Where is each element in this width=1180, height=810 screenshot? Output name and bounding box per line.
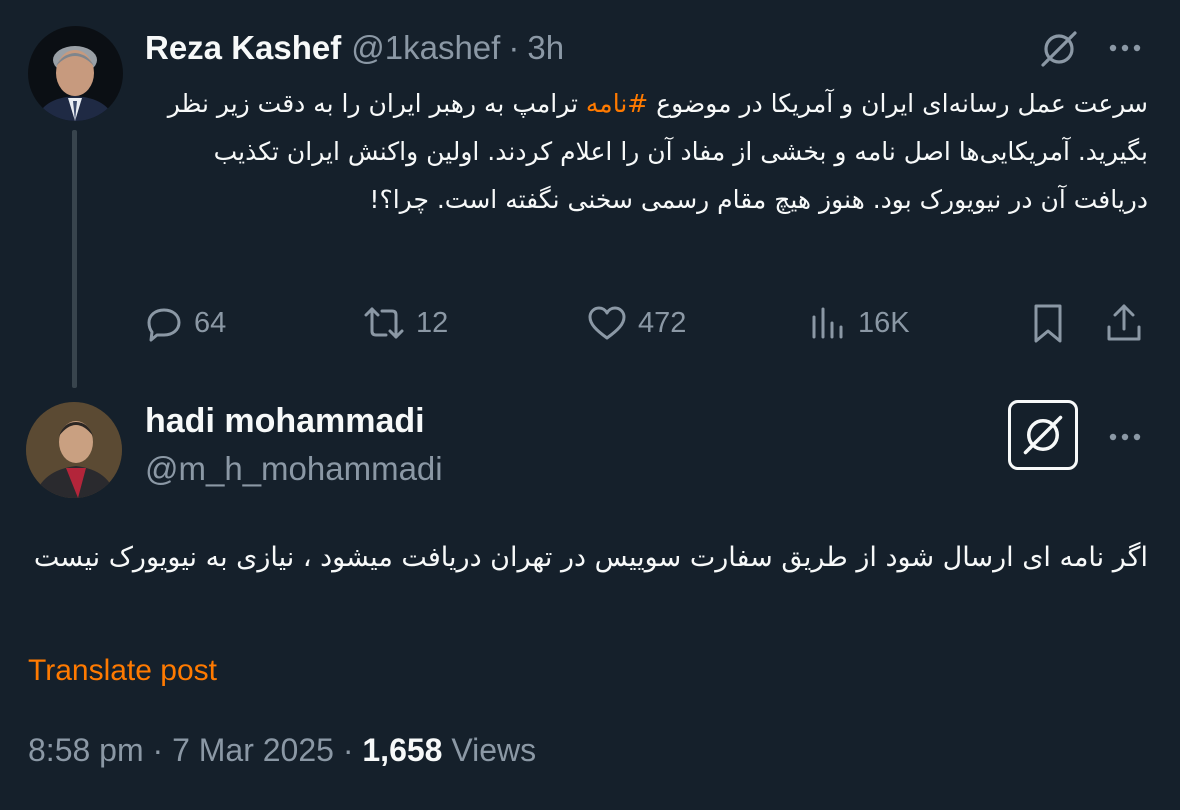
views-button[interactable]: 16K	[808, 298, 910, 348]
author-handle[interactable]: @1kashef	[351, 29, 500, 67]
tweet-time[interactable]: 8:58 pm	[28, 732, 144, 768]
parent-tweet-header: Reza Kashef @1kashef · 3h	[145, 26, 564, 70]
meta-separator: ·	[152, 732, 164, 768]
retweet-icon	[364, 307, 404, 339]
retweet-button[interactable]: 12	[362, 298, 448, 348]
hashtag-link[interactable]: #نامه	[586, 89, 648, 118]
reply-icon	[147, 308, 181, 342]
views-count: 16K	[858, 306, 910, 339]
grok-icon	[1023, 415, 1063, 455]
share-icon	[1107, 304, 1141, 341]
retweet-count: 12	[416, 306, 449, 339]
grok-button[interactable]	[1008, 400, 1078, 470]
views-count: 1,658	[362, 732, 443, 768]
like-button[interactable]: 472	[586, 298, 686, 348]
tweet-actions-bar: 64 12 472 16K	[140, 298, 1150, 348]
focused-tweet-text: اگر نامه ای ارسال شود از طریق سفارت سویی…	[33, 542, 1148, 573]
tweet-thread: Reza Kashef @1kashef · 3h سرعت عمل رسانه…	[0, 0, 1180, 810]
reza-kashef-avatar[interactable]	[28, 26, 123, 121]
translate-post-link[interactable]: Translate post	[28, 654, 217, 688]
tweet-metadata: 8:58 pm · 7 Mar 2025 · 1,658 Views	[28, 732, 536, 769]
share-button[interactable]	[1103, 298, 1145, 348]
author-handle[interactable]: @m_h_mohammadi	[145, 450, 443, 488]
reply-button[interactable]: 64	[144, 298, 226, 348]
views-icon	[812, 307, 843, 339]
more-horizontal-icon[interactable]	[1105, 33, 1145, 63]
header-separator: ·	[508, 29, 520, 66]
like-count: 472	[638, 306, 687, 339]
thread-connector-line	[72, 130, 77, 388]
tweet-time[interactable]: 3h	[527, 29, 564, 67]
meta-separator: ·	[342, 732, 354, 768]
bookmark-icon	[1034, 304, 1062, 343]
more-horizontal-icon[interactable]	[1105, 422, 1145, 452]
tweet-date[interactable]: 7 Mar 2025	[172, 732, 334, 768]
bookmark-button[interactable]	[1028, 298, 1068, 348]
author-name[interactable]: Reza Kashef	[145, 29, 341, 67]
views-label: Views	[451, 732, 537, 768]
reply-count: 64	[194, 306, 227, 339]
author-name[interactable]: hadi mohammadi	[145, 402, 425, 441]
hadi-mohammadi-avatar[interactable]	[26, 402, 122, 498]
parent-tweet-text: سرعت عمل رسانه‌ای ایران و آمریکا در موضو…	[140, 80, 1148, 224]
heart-icon	[588, 306, 626, 340]
tweet-text-part: سرعت عمل رسانه‌ای ایران و آمریکا در موضو…	[648, 89, 1148, 118]
grok-icon[interactable]	[1038, 28, 1080, 70]
